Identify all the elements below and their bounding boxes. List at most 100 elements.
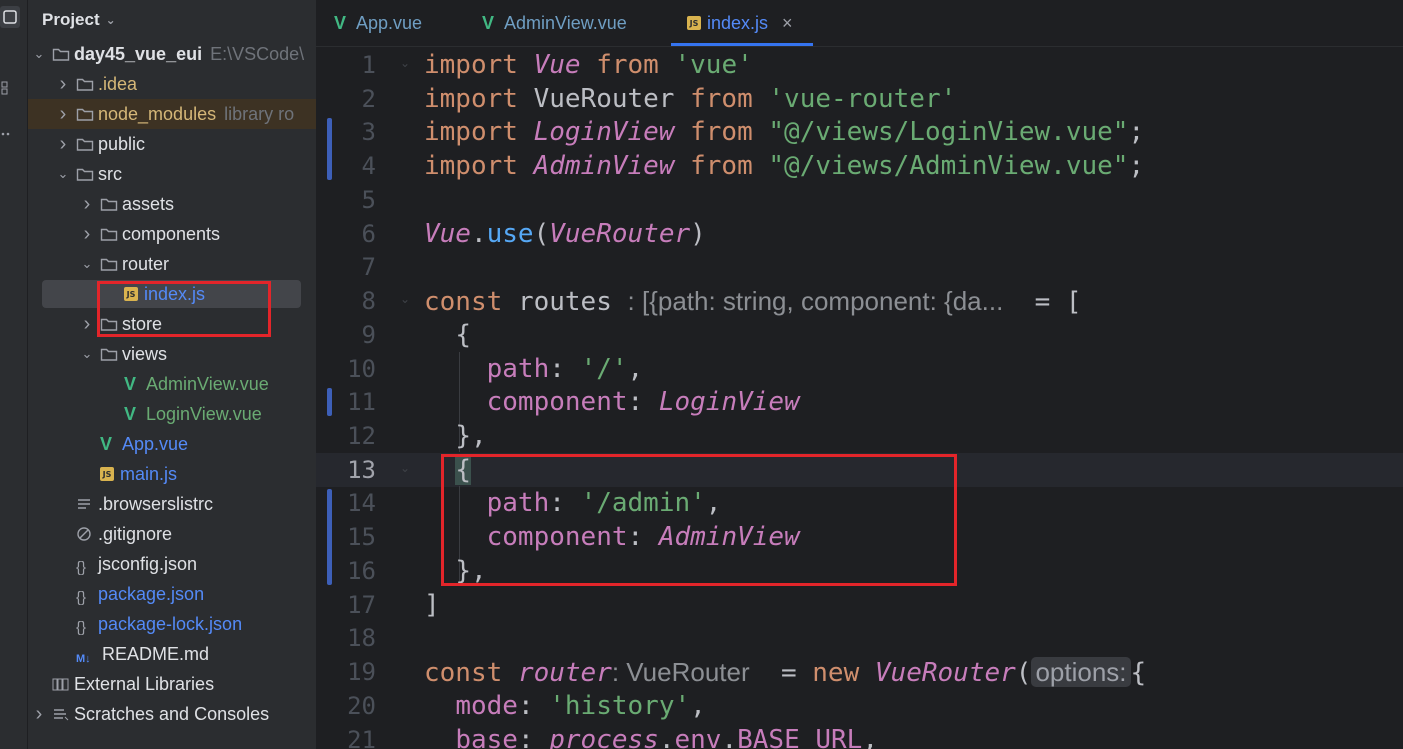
folder-icon xyxy=(100,346,118,362)
tree-item-router[interactable]: ⌄ router xyxy=(28,249,316,279)
tree-item-scratches-and-consoles[interactable]: › Scratches and Consoles xyxy=(28,699,316,729)
tree-item-public[interactable]: › public xyxy=(28,129,316,159)
chevron-down-icon[interactable]: ⌄ xyxy=(80,256,94,272)
code-line-21: base: process.env.BASE_URL, xyxy=(455,725,878,749)
line-number: 8 xyxy=(361,287,376,315)
tree-item-assets[interactable]: › assets xyxy=(28,189,316,219)
tree-item-label: .idea xyxy=(98,73,138,94)
tree-item-gitignore[interactable]: .gitignore xyxy=(28,519,316,549)
fold-icon[interactable]: ⌄ xyxy=(400,292,410,306)
type-hint: : VueRouter xyxy=(611,657,750,687)
code-line-6: Vue.use(VueRouter) xyxy=(424,219,706,249)
more-tools-icon[interactable] xyxy=(0,126,20,150)
line-number: 11 xyxy=(347,388,376,416)
markdown-file-icon: M↓ xyxy=(76,653,91,665)
folder-icon xyxy=(100,256,118,272)
chevron-right-icon[interactable]: › xyxy=(56,73,70,96)
chevron-right-icon[interactable]: › xyxy=(56,133,70,156)
chevron-down-icon[interactable]: ⌄ xyxy=(106,13,116,27)
tree-item-jsconfig-json[interactable]: {} jsconfig.json xyxy=(28,549,316,579)
tree-item-views[interactable]: ⌄ views xyxy=(28,339,316,369)
tree-item-hint: E:\VSCode\ xyxy=(210,43,305,64)
vue-file-icon: V xyxy=(334,12,347,33)
tree-item-label: .browserslistrc xyxy=(98,493,214,514)
chevron-right-icon[interactable]: › xyxy=(80,313,94,336)
chevron-down-icon[interactable]: ⌄ xyxy=(32,46,46,62)
tree-item-label: LoginView.vue xyxy=(146,403,262,424)
line-number: 9 xyxy=(361,321,376,349)
tree-item-components[interactable]: › components xyxy=(28,219,316,249)
line-number: 1 xyxy=(361,51,376,79)
tree-item-app-vue[interactable]: V App.vue xyxy=(28,429,316,459)
tree-item-label: External Libraries xyxy=(74,673,215,694)
tree-item-external-libraries[interactable]: External Libraries xyxy=(28,669,316,699)
line-number: 3 xyxy=(361,118,376,146)
code-line-4: import AdminView from "@/views/AdminView… xyxy=(424,151,1145,181)
tree-item-readme-md[interactable]: M↓ README.md xyxy=(28,639,316,669)
chevron-right-icon[interactable]: › xyxy=(32,703,46,726)
library-icon xyxy=(52,676,70,692)
project-tool-icon[interactable] xyxy=(0,6,20,30)
tab-label: index.js xyxy=(707,12,769,33)
ignore-file-icon xyxy=(76,526,94,542)
tree-item-adminview-vue[interactable]: V AdminView.vue xyxy=(28,369,316,399)
code-line-9: { xyxy=(455,320,471,350)
vue-file-icon: V xyxy=(124,373,137,394)
chevron-down-icon[interactable]: ⌄ xyxy=(56,166,70,182)
tab-label: AdminView.vue xyxy=(504,12,627,33)
tab-app-vue[interactable]: V App.vue xyxy=(334,0,422,46)
vcs-change-marker[interactable] xyxy=(327,118,332,180)
tree-item-loginview-vue[interactable]: V LoginView.vue xyxy=(28,399,316,429)
vue-file-icon: V xyxy=(482,12,495,33)
line-number: 19 xyxy=(347,658,376,686)
tree-item-node-modules[interactable]: › node_modules library ro xyxy=(28,99,316,129)
fold-icon[interactable]: ⌄ xyxy=(400,461,410,475)
tree-item-label: router xyxy=(122,253,170,274)
chevron-down-icon[interactable]: ⌄ xyxy=(80,346,94,362)
close-icon[interactable]: × xyxy=(782,13,793,34)
line-number: 20 xyxy=(347,692,376,720)
chevron-right-icon[interactable]: › xyxy=(80,223,94,246)
tree-item-src[interactable]: ⌄ src xyxy=(28,159,316,189)
line-number: 7 xyxy=(361,253,376,281)
highlight-box-index-js xyxy=(97,281,271,337)
tree-item-package-lock-json[interactable]: {} package-lock.json xyxy=(28,609,316,639)
tree-item-idea[interactable]: › .idea xyxy=(28,69,316,99)
tree-item-label: views xyxy=(122,343,168,364)
tree-item-label: assets xyxy=(122,193,175,214)
tree-item-main-js[interactable]: JS main.js xyxy=(28,459,316,489)
line-number: 12 xyxy=(347,422,376,450)
project-panel-header[interactable]: Project ⌄ xyxy=(42,10,116,30)
fold-icon[interactable]: ⌄ xyxy=(400,56,410,70)
line-number: 14 xyxy=(347,489,376,517)
js-file-icon: JS xyxy=(100,467,114,481)
folder-icon xyxy=(76,76,94,92)
line-number: 2 xyxy=(361,85,376,113)
structure-tool-icon[interactable] xyxy=(0,80,20,104)
line-number: 17 xyxy=(347,591,376,619)
chevron-right-icon[interactable]: › xyxy=(80,193,94,216)
code-line-11: component: LoginView xyxy=(486,387,800,417)
json-file-icon: {} xyxy=(76,619,87,636)
tree-item-browserslistrc[interactable]: .browserslistrc xyxy=(28,489,316,519)
parameter-hint: options: xyxy=(1031,657,1131,687)
line-number: 4 xyxy=(361,152,376,180)
tree-item-label: README.md xyxy=(102,643,210,664)
line-number: 21 xyxy=(347,726,376,749)
tree-item-package-json[interactable]: {} package.json xyxy=(28,579,316,609)
line-number: 13 xyxy=(347,456,376,484)
line-number: 18 xyxy=(347,624,376,652)
vcs-change-marker[interactable] xyxy=(327,388,332,416)
code-line-2: import VueRouter from 'vue-router' xyxy=(424,84,957,114)
tree-item-label: src xyxy=(98,163,122,184)
chevron-right-icon[interactable]: › xyxy=(56,103,70,126)
folder-icon xyxy=(76,106,94,122)
vcs-change-marker[interactable] xyxy=(327,489,332,585)
json-file-icon: {} xyxy=(76,589,87,606)
tab-adminview-vue[interactable]: V AdminView.vue xyxy=(482,0,627,46)
tool-window-strip xyxy=(0,0,28,749)
tree-item-day45-vue-eui[interactable]: ⌄ day45_vue_eui E:\VSCode\ xyxy=(28,39,316,69)
tab-index-js[interactable]: JS index.js × xyxy=(671,0,813,46)
code-line-10: path: '/', xyxy=(486,354,644,384)
tree-item-label: Scratches and Consoles xyxy=(74,703,270,724)
